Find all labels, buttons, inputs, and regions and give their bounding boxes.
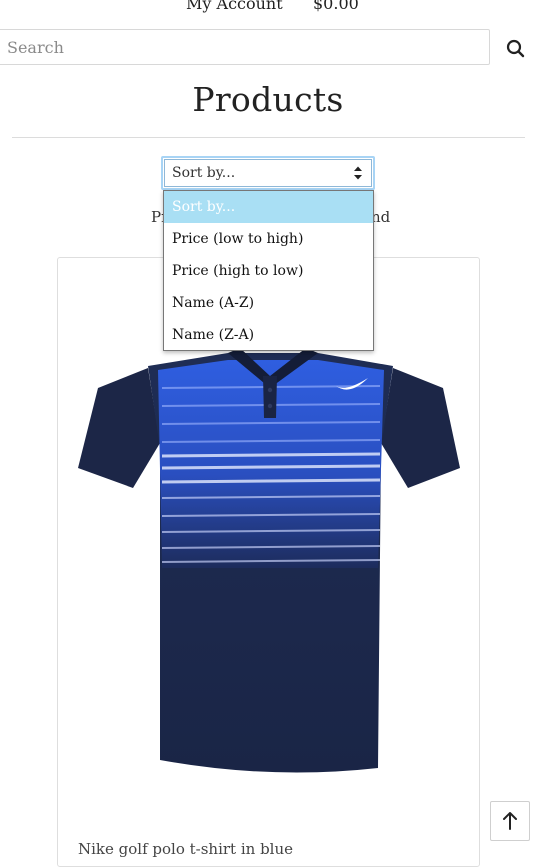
search-box <box>0 29 490 65</box>
page-title: Products <box>192 80 344 119</box>
sort-selected-value: Sort by... <box>172 165 236 181</box>
title-divider <box>12 137 525 138</box>
my-account-link[interactable]: My Account <box>186 0 283 13</box>
arrow-up-icon <box>503 812 517 830</box>
sort-option-name-desc[interactable]: Name (Z-A) <box>164 319 373 351</box>
search-input[interactable] <box>7 30 477 64</box>
search-icon <box>506 39 525 58</box>
search-button[interactable] <box>500 34 530 62</box>
scroll-to-top-button[interactable] <box>490 801 530 841</box>
sort-option-price-desc[interactable]: Price (high to low) <box>164 255 373 287</box>
top-bar: My Account $0.00 <box>0 0 541 18</box>
sort-option-name-asc[interactable]: Name (A-Z) <box>164 287 373 319</box>
sort-option-price-asc[interactable]: Price (low to high) <box>164 223 373 255</box>
product-name[interactable]: Nike golf polo t-shirt in blue <box>78 840 293 858</box>
sort-option-default[interactable]: Sort by... <box>164 191 373 223</box>
sort-dropdown-list: Sort by... Price (low to high) Price (hi… <box>163 190 374 351</box>
cart-total[interactable]: $0.00 <box>313 0 359 13</box>
select-arrows-icon <box>354 166 362 180</box>
product-image[interactable] <box>78 348 463 773</box>
sort-select[interactable]: Sort by... <box>161 156 375 190</box>
